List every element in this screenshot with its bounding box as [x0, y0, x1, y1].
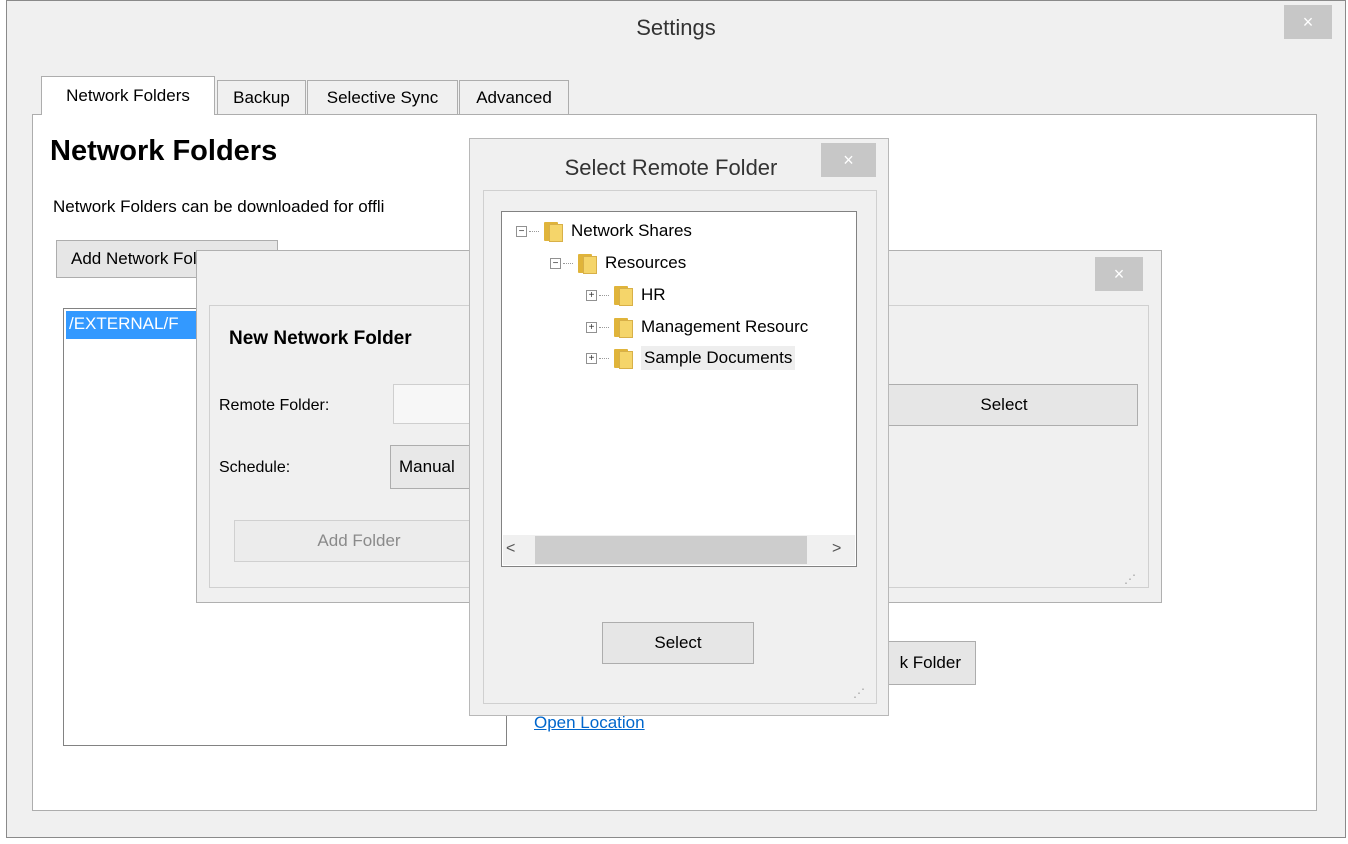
dialog-title: New Network Folder — [229, 328, 412, 349]
folder-icon — [611, 316, 633, 338]
plus-expander-icon[interactable]: + — [586, 289, 597, 301]
list-item[interactable]: /EXTERNAL/F — [66, 311, 216, 339]
tree-node-network-shares[interactable]: − Network Shares — [516, 216, 692, 246]
tree-node-label: Network Shares — [571, 221, 692, 240]
close-icon[interactable]: × — [821, 143, 876, 177]
tree-node-label: HR — [641, 285, 666, 304]
scroll-right-icon[interactable]: > — [832, 540, 841, 558]
folder-icon — [611, 284, 633, 306]
tree-node-hr[interactable]: + HR — [586, 280, 666, 310]
page-title: Network Folders — [50, 135, 278, 167]
window-title: Settings — [636, 15, 716, 40]
tree-node-label: Resources — [605, 253, 687, 272]
tab-network-folders[interactable]: Network Folders — [41, 76, 215, 115]
tree-node-label: Sample Documents — [641, 346, 796, 370]
tab-advanced[interactable]: Advanced — [459, 80, 569, 114]
page-description: Network Folders can be downloaded for of… — [53, 197, 385, 216]
tree-node-resources[interactable]: − Resources — [550, 248, 686, 278]
scrollbar-thumb[interactable] — [535, 536, 807, 564]
plus-expander-icon[interactable]: + — [586, 352, 597, 364]
dialog-title: Select Remote Folder — [564, 155, 778, 180]
close-icon[interactable]: × — [1095, 257, 1143, 291]
tree-node-management-resources[interactable]: + Management Resourc — [586, 312, 808, 342]
folder-icon — [541, 220, 563, 242]
scroll-left-icon[interactable]: < — [506, 540, 515, 558]
select-button[interactable]: Select — [602, 622, 754, 664]
tree-node-sample-documents[interactable]: + Sample Documents — [586, 343, 796, 373]
tree-node-label: Management Resourc — [641, 317, 809, 336]
remote-folder-label: Remote Folder: — [219, 397, 330, 414]
select-button[interactable]: Select — [870, 384, 1138, 426]
add-folder-button[interactable]: Add Folder — [234, 520, 484, 562]
tab-selective-sync[interactable]: Selective Sync — [307, 80, 458, 114]
tab-backup[interactable]: Backup — [217, 80, 306, 114]
folder-icon — [611, 347, 633, 369]
open-location-link[interactable]: Open Location — [534, 713, 645, 733]
folder-icon — [575, 252, 597, 274]
plus-expander-icon[interactable]: + — [586, 321, 597, 333]
resize-grip-icon[interactable]: ⋰ — [853, 686, 865, 700]
close-icon[interactable]: × — [1284, 5, 1332, 39]
schedule-label: Schedule: — [219, 459, 291, 476]
minus-expander-icon[interactable]: − — [550, 257, 561, 269]
resize-grip-icon[interactable]: ⋰ — [1124, 572, 1136, 586]
minus-expander-icon[interactable]: − — [516, 225, 527, 237]
folder-tree[interactable]: − Network Shares − Resources + HR + Mana… — [501, 211, 857, 567]
